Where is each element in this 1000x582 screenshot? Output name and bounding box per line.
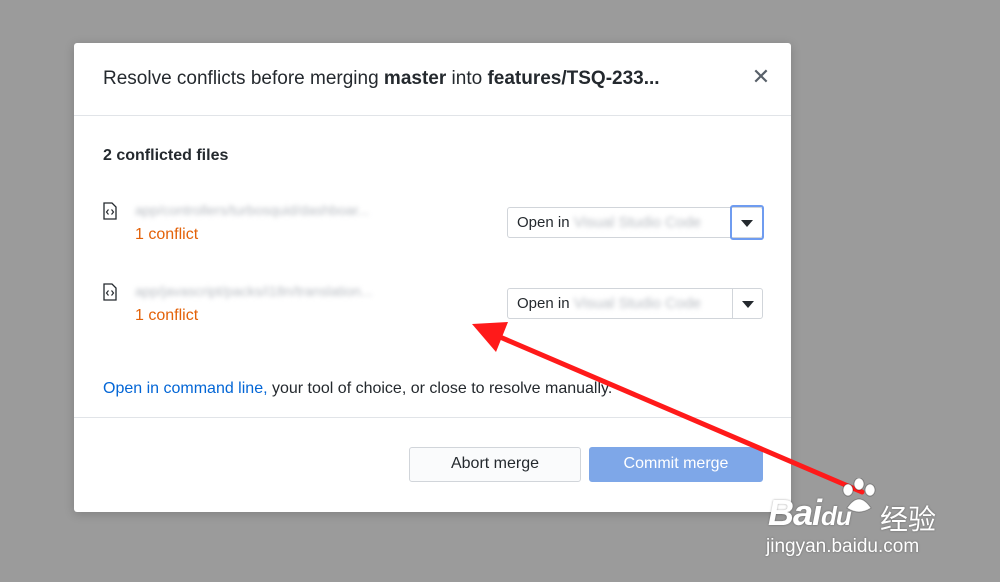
watermark-url: jingyan.baidu.com xyxy=(766,536,920,557)
watermark-brand: Baidu xyxy=(768,492,852,533)
watermark-chinese: 经验 xyxy=(880,504,937,535)
baidu-watermark: Baidu 经验 jingyan.baidu.com xyxy=(762,478,962,568)
